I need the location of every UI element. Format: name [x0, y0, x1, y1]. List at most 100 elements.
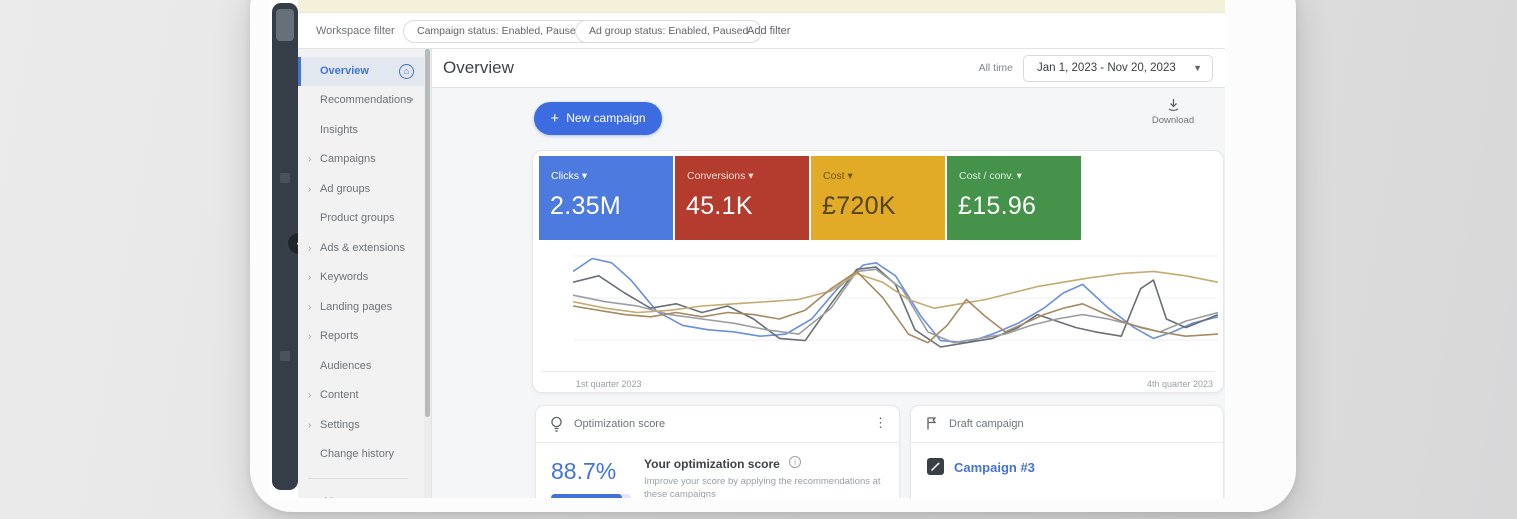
ad-group-status-filter-pill[interactable]: Ad group status: Enabled, Paused	[575, 20, 762, 43]
sidebar-item-reports[interactable]: ›Reports	[298, 322, 424, 351]
sidebar-nav: Overview ⌂ Recommendations•Insights › Campai…	[298, 49, 424, 498]
chart-line-series-5	[573, 271, 1218, 342]
sidebar-item-ad-groups[interactable]: › Ad groups	[298, 175, 424, 204]
optimization-card-title: Optimization score	[574, 418, 665, 430]
sidebar-item-product-groups[interactable]: Product groups	[298, 204, 424, 233]
sidebar-item-audiences[interactable]: Audiences	[298, 352, 424, 381]
home-icon: ⌂	[399, 64, 414, 79]
sidebar-item-label: Ad groups	[320, 175, 370, 204]
sidebar-item-overview[interactable]: Overview ⌂	[298, 57, 424, 86]
expand-button[interactable]: Expand	[1218, 98, 1225, 126]
pencil-icon	[930, 461, 941, 472]
campaign-status-filter-pill[interactable]: Campaign status: Enabled, Paused	[403, 20, 596, 43]
sidebar-item-settings[interactable]: › Settings	[298, 411, 424, 440]
rail-app-icon[interactable]	[276, 9, 294, 41]
axis-label-start: 1st quarter 2023	[576, 379, 642, 389]
sidebar-item-landing-pages[interactable]: › Landing pages	[298, 293, 424, 322]
overview-content: + New campaign Download Expand	[432, 88, 1225, 498]
chart-line-cost	[573, 269, 1218, 342]
sidebar-item-keywords[interactable]: › Keywords	[298, 263, 424, 292]
sidebar-item-label: Settings	[320, 411, 360, 440]
app-body: Overview ⌂ Recommendations•Insights › Campai…	[298, 49, 1225, 498]
metric-label: Cost / conv. ▾	[959, 170, 1022, 182]
main-panel: Overview All time Jan 1, 2023 - Nov 20, …	[431, 49, 1225, 498]
metric-value: £15.96	[958, 192, 1036, 221]
chart-line-cost-conv-	[573, 271, 1218, 312]
add-filter-button[interactable]: Add filter	[747, 25, 790, 37]
new-campaign-button[interactable]: + New campaign	[534, 102, 662, 135]
chevron-down-icon: ▼	[1193, 56, 1202, 81]
metric-value: 45.1K	[686, 192, 753, 221]
metric-value: £720K	[822, 192, 896, 221]
chevron-right-icon: ›	[308, 145, 311, 174]
more-label: More	[324, 488, 349, 499]
chevron-right-icon: ›	[308, 411, 311, 440]
date-range-picker[interactable]: Jan 1, 2023 - Nov 20, 2023 ▼	[1023, 55, 1213, 82]
optimization-card-header: Optimization score ⋮	[536, 406, 899, 443]
metric-label: Cost ▾	[823, 170, 853, 182]
performance-line-chart[interactable]	[573, 246, 1218, 366]
chevron-right-icon: ›	[308, 293, 311, 322]
sidebar-item-campaigns[interactable]: › Campaigns	[298, 145, 424, 174]
download-button[interactable]: Download	[1144, 98, 1202, 126]
sidebar-item-label: Overview	[320, 57, 369, 86]
sidebar-item-label: Audiences	[320, 352, 371, 381]
chevron-right-icon: ›	[308, 322, 311, 351]
metric-tab-cost[interactable]: Cost ▾ £720K	[811, 156, 945, 240]
chart-line-conversions	[573, 267, 1218, 347]
metric-tab-conversions[interactable]: Conversions ▾ 45.1K	[675, 156, 809, 240]
sidebar-item-change-history[interactable]: Change history	[298, 440, 424, 469]
metric-value: 2.35M	[550, 192, 621, 221]
sidebar-item-label: Ads & extensions	[320, 234, 405, 263]
rail-icon[interactable]	[280, 173, 290, 183]
new-campaign-label: New campaign	[566, 111, 645, 125]
optimization-description: Improve your score by applying the recom…	[644, 476, 889, 498]
sidebar-item-label: Content	[320, 381, 359, 410]
metric-label: Conversions ▾	[687, 170, 754, 182]
sidebar-scrollbar-thumb[interactable]	[425, 49, 430, 417]
plus-icon: +	[308, 488, 314, 499]
rail-icon[interactable]	[280, 351, 290, 361]
ads-app: Workspace filter Campaign status: Enable…	[298, 0, 1225, 498]
chevron-right-icon: ›	[308, 263, 311, 292]
sidebar-item-label: Keywords	[320, 263, 368, 292]
metric-tab-clicks[interactable]: Clicks ▾2.35M	[539, 156, 673, 240]
sidebar-more-button[interactable]: +More▾	[298, 488, 424, 499]
sidebar-item-recommendations[interactable]: Recommendations•	[298, 86, 424, 115]
workspace-filter-label: Workspace filter	[316, 25, 395, 37]
app-screen: ‹ Workspace filter Campaign status: Enab…	[270, 0, 1225, 498]
chevron-right-icon: ›	[308, 175, 311, 204]
sidebar-item-label: Product groups	[320, 204, 395, 233]
chevron-right-icon: ›	[308, 234, 311, 263]
sidebar-divider	[308, 478, 408, 479]
optimization-progress-bar	[551, 494, 631, 498]
chart-line-clicks	[573, 259, 1218, 343]
info-icon[interactable]: i	[789, 456, 801, 468]
draft-card-header: Draft campaign	[911, 406, 1223, 443]
kebab-menu-icon[interactable]: ⋮	[874, 415, 887, 431]
sidebar-item-label: Change history	[320, 440, 394, 469]
optimization-score-value: 88.7%	[551, 458, 616, 485]
selected-indicator	[298, 57, 301, 86]
metric-tab-cost-conv-[interactable]: Cost / conv. ▾ £15.96	[947, 156, 1081, 240]
plus-icon: +	[550, 110, 559, 127]
sidebar-item-label: Recommendations	[320, 86, 412, 115]
sidebar-item-ads-extensions[interactable]: › Ads & extensions	[298, 234, 424, 263]
sidebar-item-label: Campaigns	[320, 145, 376, 174]
notification-banner	[298, 0, 1225, 13]
page-header: Overview All time Jan 1, 2023 - Nov 20, …	[432, 49, 1225, 88]
lightbulb-icon	[550, 416, 563, 433]
sidebar-item-label: Insights	[320, 116, 358, 145]
performance-chart-card: Clicks ▾2.35M Conversions ▾ 45.1K Cost ▾ £72…	[532, 150, 1224, 393]
draft-card-title: Draft campaign	[949, 418, 1024, 430]
sidebar-item-insights[interactable]: Insights	[298, 116, 424, 145]
draft-flag-icon	[925, 416, 939, 431]
campaign-type-icon	[927, 458, 944, 475]
sidebar-item-content[interactable]: ›Content	[298, 381, 424, 410]
download-icon	[1166, 98, 1181, 112]
page-title: Overview	[443, 58, 514, 78]
sidebar-item-label: Landing pages	[320, 293, 392, 322]
campaign-link[interactable]: Campaign #3	[954, 460, 1035, 475]
draft-campaign-card: Draft campaign Campaign #3 Created on	[910, 405, 1224, 498]
optimization-heading: Your optimization score	[644, 457, 780, 471]
